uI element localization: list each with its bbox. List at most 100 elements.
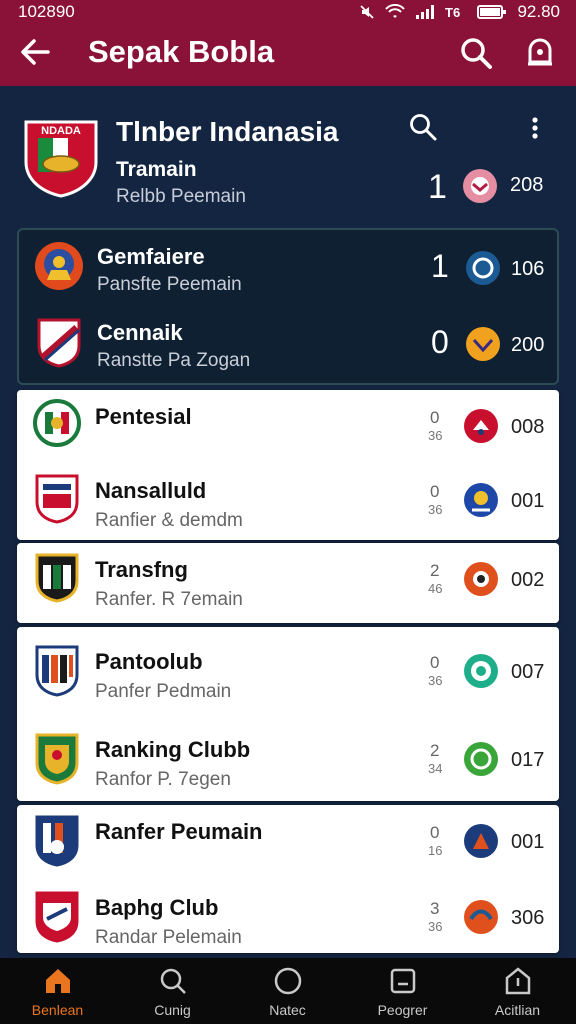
club-emblem-icon bbox=[464, 654, 498, 688]
program-icon bbox=[390, 968, 416, 994]
club-emblem-icon bbox=[464, 409, 498, 443]
app-title: Sepak Bobla bbox=[88, 34, 275, 69]
bottom-navigation: Benlean Cunig Natec Peogrer Acitlian bbox=[0, 958, 576, 1024]
club-name: Gemfaiere bbox=[97, 244, 205, 269]
club-row[interactable]: Pentesial 0 36 008 bbox=[17, 390, 559, 466]
club-list-card: Ranfer Peumain 0 16 001 Baphg Club Randa… bbox=[17, 805, 559, 953]
club-row[interactable]: Nansalluld Ranfier & demdm 0 36 001 bbox=[17, 464, 559, 540]
club-subtitle: Ranfier & demdm bbox=[95, 510, 243, 531]
club-points: 008 bbox=[511, 416, 545, 438]
tab-programs[interactable]: Peogrer bbox=[345, 958, 460, 1024]
wifi-icon bbox=[385, 4, 406, 18]
tab-label: Natec bbox=[269, 1002, 306, 1018]
club-stat-secondary: 36 bbox=[428, 502, 443, 517]
club-logo-icon bbox=[37, 318, 81, 368]
club-name: Pantoolub bbox=[95, 649, 203, 674]
league-subtitle-secondary: Relbb Peemain bbox=[116, 186, 246, 207]
search-icon[interactable] bbox=[458, 35, 494, 71]
club-rank: 0 bbox=[431, 324, 449, 360]
back-arrow-icon[interactable] bbox=[18, 36, 52, 68]
battery-text: 92.80 bbox=[517, 2, 560, 21]
search-icon bbox=[160, 968, 186, 994]
featured-clubs-card: Gemfaiere Pansfte Peemain 1 106 Cennaik … bbox=[17, 228, 559, 385]
club-stat: 0 bbox=[430, 482, 440, 501]
club-list-card: Transfng Ranfer. R 7emain 2 46 002 bbox=[17, 543, 559, 623]
club-row[interactable]: Baphg Club Randar Pelemain 3 36 306 bbox=[17, 881, 559, 957]
club-list-card: Pentesial 0 36 008 Nansalluld Ranfier & … bbox=[17, 390, 559, 540]
network-icon: T6 bbox=[445, 5, 460, 20]
featured-row[interactable]: Cennaik Ranstte Pa Zogan 0 200 bbox=[19, 306, 559, 382]
club-stat: 2 bbox=[430, 561, 440, 580]
club-list-card: Pantoolub Panfer Pedmain 0 36 007 Rankin… bbox=[17, 627, 559, 801]
club-points: 007 bbox=[511, 661, 545, 683]
club-logo-icon bbox=[35, 815, 79, 867]
league-header: NDADA Tlnber Indanasia Tramain Relbb Pee… bbox=[0, 86, 576, 220]
club-stat: 0 bbox=[430, 408, 440, 427]
shield-icon bbox=[505, 967, 531, 995]
club-logo-icon bbox=[35, 891, 79, 943]
club-points: 306 bbox=[511, 907, 545, 929]
club-stat-secondary: 34 bbox=[428, 761, 443, 776]
club-emblem-icon bbox=[466, 251, 500, 285]
club-stat: 0 bbox=[430, 653, 440, 672]
club-name: Nansalluld bbox=[95, 478, 207, 503]
club-row[interactable]: Transfng Ranfer. R 7emain 2 46 002 bbox=[17, 543, 559, 619]
tab-search[interactable]: Cunig bbox=[115, 958, 230, 1024]
club-emblem-icon bbox=[464, 742, 498, 776]
club-subtitle: Ranfor P. 7egen bbox=[95, 769, 231, 790]
club-emblem-icon bbox=[464, 824, 498, 858]
search-icon[interactable] bbox=[408, 112, 438, 142]
featured-row[interactable]: Gemfaiere Pansfte Peemain 1 106 bbox=[19, 230, 559, 306]
club-logo-icon bbox=[35, 733, 79, 785]
tab-label: Acitlian bbox=[494, 1002, 541, 1018]
club-row[interactable]: Ranking Clubb Ranfor P. 7egen 2 34 017 bbox=[17, 723, 559, 799]
club-name: Transfng bbox=[95, 557, 188, 582]
club-points: 002 bbox=[511, 569, 545, 591]
ball-icon bbox=[274, 967, 302, 995]
league-title: Tlnber Indanasia bbox=[116, 116, 339, 147]
club-rank: 1 bbox=[431, 248, 449, 284]
club-stat: 3 bbox=[430, 899, 440, 918]
status-icons: T6 92.80 bbox=[359, 2, 560, 22]
club-emblem-icon bbox=[463, 169, 497, 203]
tab-label: Peogrer bbox=[377, 1002, 428, 1018]
tab-activity[interactable]: Acitlian bbox=[460, 958, 575, 1024]
club-points: 106 bbox=[511, 258, 545, 280]
club-subtitle: Panfer Pedmain bbox=[95, 681, 232, 702]
battery-icon bbox=[477, 5, 507, 19]
club-subtitle: Randar Pelemain bbox=[95, 927, 242, 948]
club-subtitle: Pansfte Peemain bbox=[97, 274, 242, 295]
club-name: Cennaik bbox=[97, 320, 183, 345]
club-emblem-icon bbox=[464, 562, 498, 596]
league-subtitle: Tramain bbox=[116, 158, 197, 181]
club-name: Pentesial bbox=[95, 404, 192, 429]
club-logo-icon bbox=[35, 474, 79, 524]
club-name: Ranking Clubb bbox=[95, 737, 251, 762]
club-row[interactable]: Pantoolub Panfer Pedmain 0 36 007 bbox=[17, 635, 559, 711]
club-subtitle: Ranstte Pa Zogan bbox=[97, 350, 251, 371]
tab-home[interactable]: Benlean bbox=[0, 958, 115, 1024]
club-logo-icon bbox=[35, 645, 79, 697]
club-logo-icon bbox=[35, 553, 79, 603]
club-stat: 2 bbox=[430, 741, 440, 760]
club-points: 200 bbox=[511, 334, 545, 356]
status-time: 102890 bbox=[18, 2, 75, 21]
club-logo-icon bbox=[35, 242, 83, 290]
club-subtitle: Ranfer. R 7emain bbox=[95, 589, 243, 610]
club-stat-secondary: 46 bbox=[428, 581, 443, 596]
more-options-icon[interactable] bbox=[530, 116, 540, 140]
home-icon bbox=[46, 969, 70, 993]
app-bar: Sepak Bobla bbox=[0, 24, 576, 86]
tab-matches[interactable]: Natec bbox=[230, 958, 345, 1024]
club-points: 001 bbox=[511, 831, 545, 853]
club-emblem-icon bbox=[464, 900, 498, 934]
notification-icon[interactable] bbox=[522, 34, 558, 70]
league-points: 208 bbox=[510, 174, 544, 196]
club-row[interactable]: Ranfer Peumain 0 16 001 bbox=[17, 805, 559, 881]
club-name: Ranfer Peumain bbox=[95, 819, 263, 844]
club-stat-secondary: 36 bbox=[428, 428, 443, 443]
signal-icon bbox=[416, 5, 435, 19]
club-stat-secondary: 36 bbox=[428, 673, 443, 688]
status-bar: 102890 T6 92.80 bbox=[0, 0, 576, 24]
tab-label: Benlean bbox=[31, 1002, 84, 1018]
